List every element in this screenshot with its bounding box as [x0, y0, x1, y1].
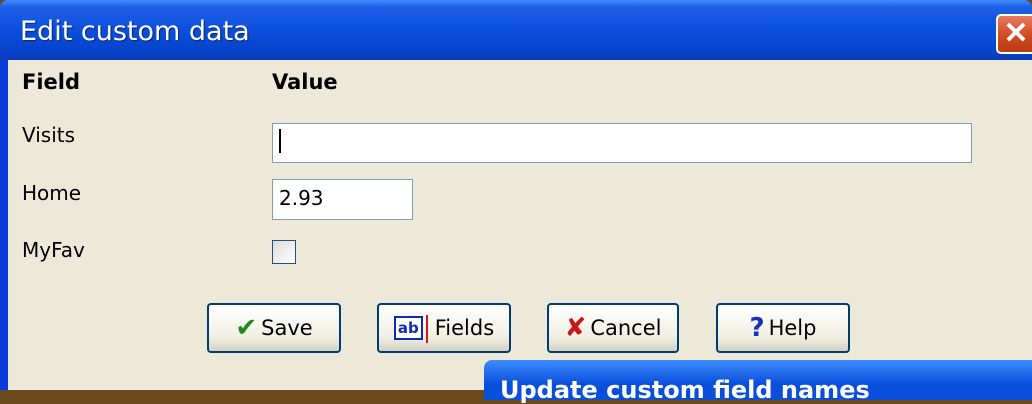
fields-button-label: Fields — [434, 316, 495, 340]
home-input[interactable]: 2.93 — [272, 179, 413, 220]
update-dialog-title: Update custom field names — [500, 376, 870, 404]
dialog-client: Field Value Visits Home 2.93 MyFav ✔ Sav… — [8, 60, 1032, 390]
title-bar[interactable]: Edit custom data ✕ — [0, 0, 1032, 60]
myfav-checkbox[interactable] — [272, 240, 296, 264]
update-field-names-dialog: Update custom field names — [484, 360, 1032, 404]
field-column-header: Field — [22, 70, 81, 94]
checkmark-icon: ✔ — [235, 313, 258, 343]
text-caret — [279, 129, 281, 153]
help-button-label: Help — [768, 316, 817, 340]
question-icon: ? — [749, 313, 765, 343]
visits-input[interactable] — [272, 123, 972, 163]
edit-custom-data-window: Edit custom data ✕ Field Value Visits Ho… — [0, 0, 1032, 390]
help-button[interactable]: ? Help — [716, 303, 850, 353]
visits-label: Visits — [22, 123, 76, 147]
save-button-label: Save — [261, 316, 313, 340]
fields-button[interactable]: ab Fields — [377, 303, 511, 353]
save-button[interactable]: ✔ Save — [207, 303, 341, 353]
value-column-header: Value — [272, 70, 338, 94]
cancel-button[interactable]: ✘ Cancel — [547, 303, 679, 353]
close-button[interactable]: ✕ — [996, 14, 1032, 54]
cancel-button-label: Cancel — [590, 316, 662, 340]
x-icon: ✘ — [564, 313, 587, 343]
close-icon: ✕ — [1003, 17, 1029, 50]
myfav-label: MyFav — [22, 238, 85, 262]
home-label: Home — [22, 181, 82, 205]
text-field-icon: ab — [393, 315, 428, 343]
window-title: Edit custom data — [20, 16, 250, 47]
